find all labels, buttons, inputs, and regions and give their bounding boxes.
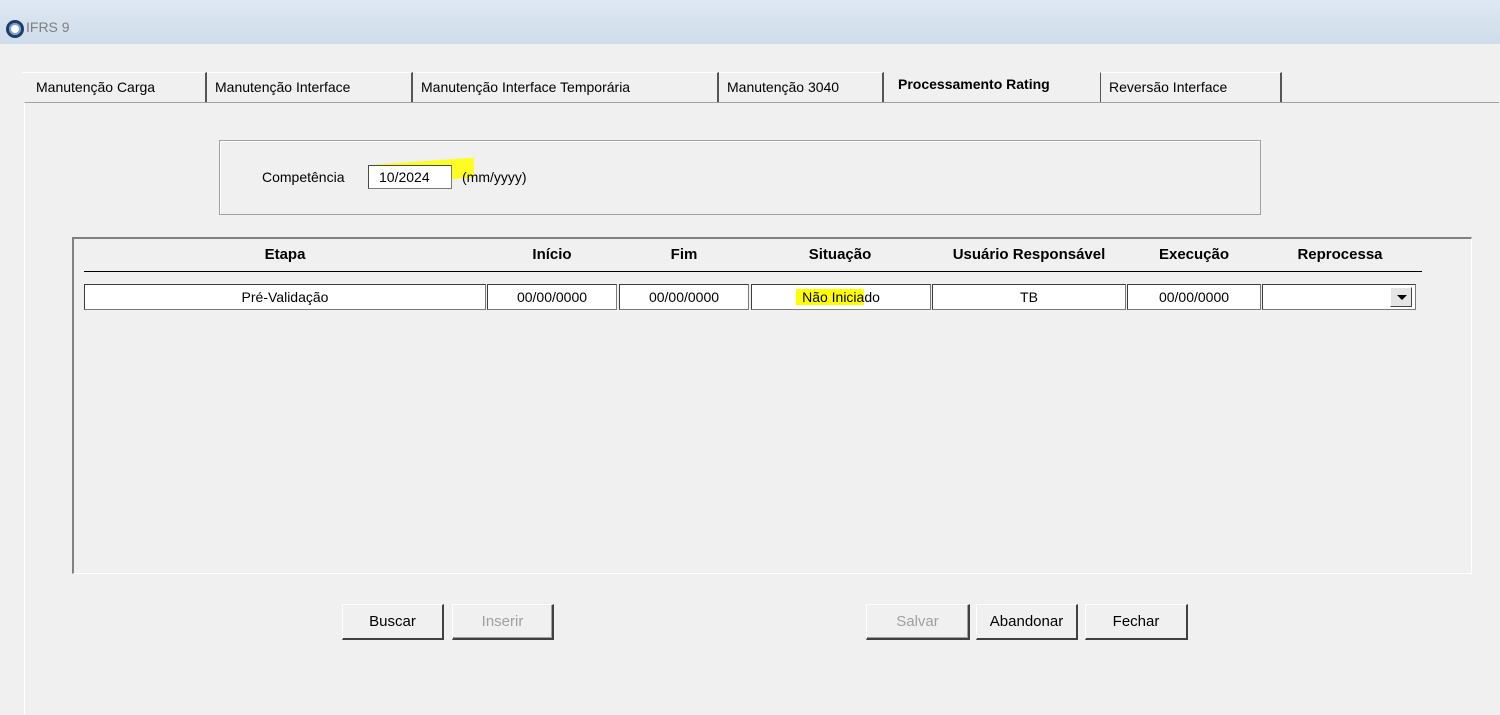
window-title: IFRS 9 [26,19,70,35]
col-header-situacao: Situação [808,246,872,263]
buscar-button[interactable]: Buscar [342,604,444,640]
inserir-button[interactable]: Inserir [452,604,554,640]
cell-usuario[interactable]: TB [932,284,1126,310]
cell-execucao[interactable]: 00/00/0000 [1127,284,1261,310]
competencia-format-hint: (mm/yyyy) [462,169,527,185]
col-header-usuario: Usuário Responsável [952,246,1106,263]
tab-manutencao-3040[interactable]: Manutenção 3040 [719,72,884,102]
salvar-button[interactable]: Salvar [866,604,970,640]
cell-fim[interactable]: 00/00/0000 [619,284,749,310]
col-header-fim: Fim [670,246,698,263]
col-header-inicio: Início [532,246,572,263]
tab-reversao-interface[interactable]: Reversão Interface [1100,72,1282,102]
tab-manutencao-interface-temporaria[interactable]: Manutenção Interface Temporária [413,72,719,102]
col-header-reprocessa: Reprocessa [1297,246,1383,263]
col-header-execucao: Execução [1158,246,1230,263]
app-icon [6,20,24,38]
title-bar: IFRS 9 [0,0,1500,45]
abandonar-button[interactable]: Abandonar [976,604,1078,640]
competencia-input[interactable]: 10/2024 [368,165,452,189]
tab-processamento-rating[interactable]: Processamento Rating [890,66,1100,102]
grid-header-divider [84,271,1422,272]
competencia-label: Competência [262,169,345,185]
reprocessa-dropdown-button[interactable] [1390,287,1412,307]
tab-manutencao-carga[interactable]: Manutenção Carga [22,72,207,102]
col-header-etapa: Etapa [264,246,306,263]
fechar-button[interactable]: Fechar [1085,604,1188,640]
tab-strip: Manutenção Carga Manutenção Interface Ma… [22,66,1500,102]
cell-etapa[interactable]: Pré-Validação [84,284,486,310]
tab-manutencao-interface[interactable]: Manutenção Interface [207,72,413,102]
chevron-down-icon [1397,295,1407,300]
cell-situacao[interactable]: Não Iniciado [751,284,931,310]
cell-inicio[interactable]: 00/00/0000 [487,284,617,310]
